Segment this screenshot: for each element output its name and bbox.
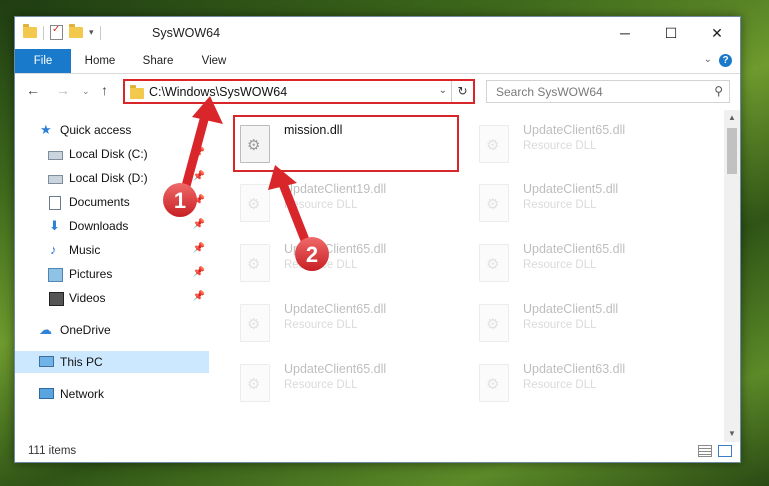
annotation-overlay: 1 2 bbox=[163, 96, 329, 271]
arrow-1 bbox=[181, 96, 223, 191]
step-badge-2: 2 bbox=[295, 237, 329, 271]
step-1-label: 1 bbox=[174, 188, 186, 213]
step-badge-1: 1 bbox=[163, 183, 197, 217]
arrow-2 bbox=[268, 165, 310, 245]
step-2-label: 2 bbox=[306, 242, 318, 267]
